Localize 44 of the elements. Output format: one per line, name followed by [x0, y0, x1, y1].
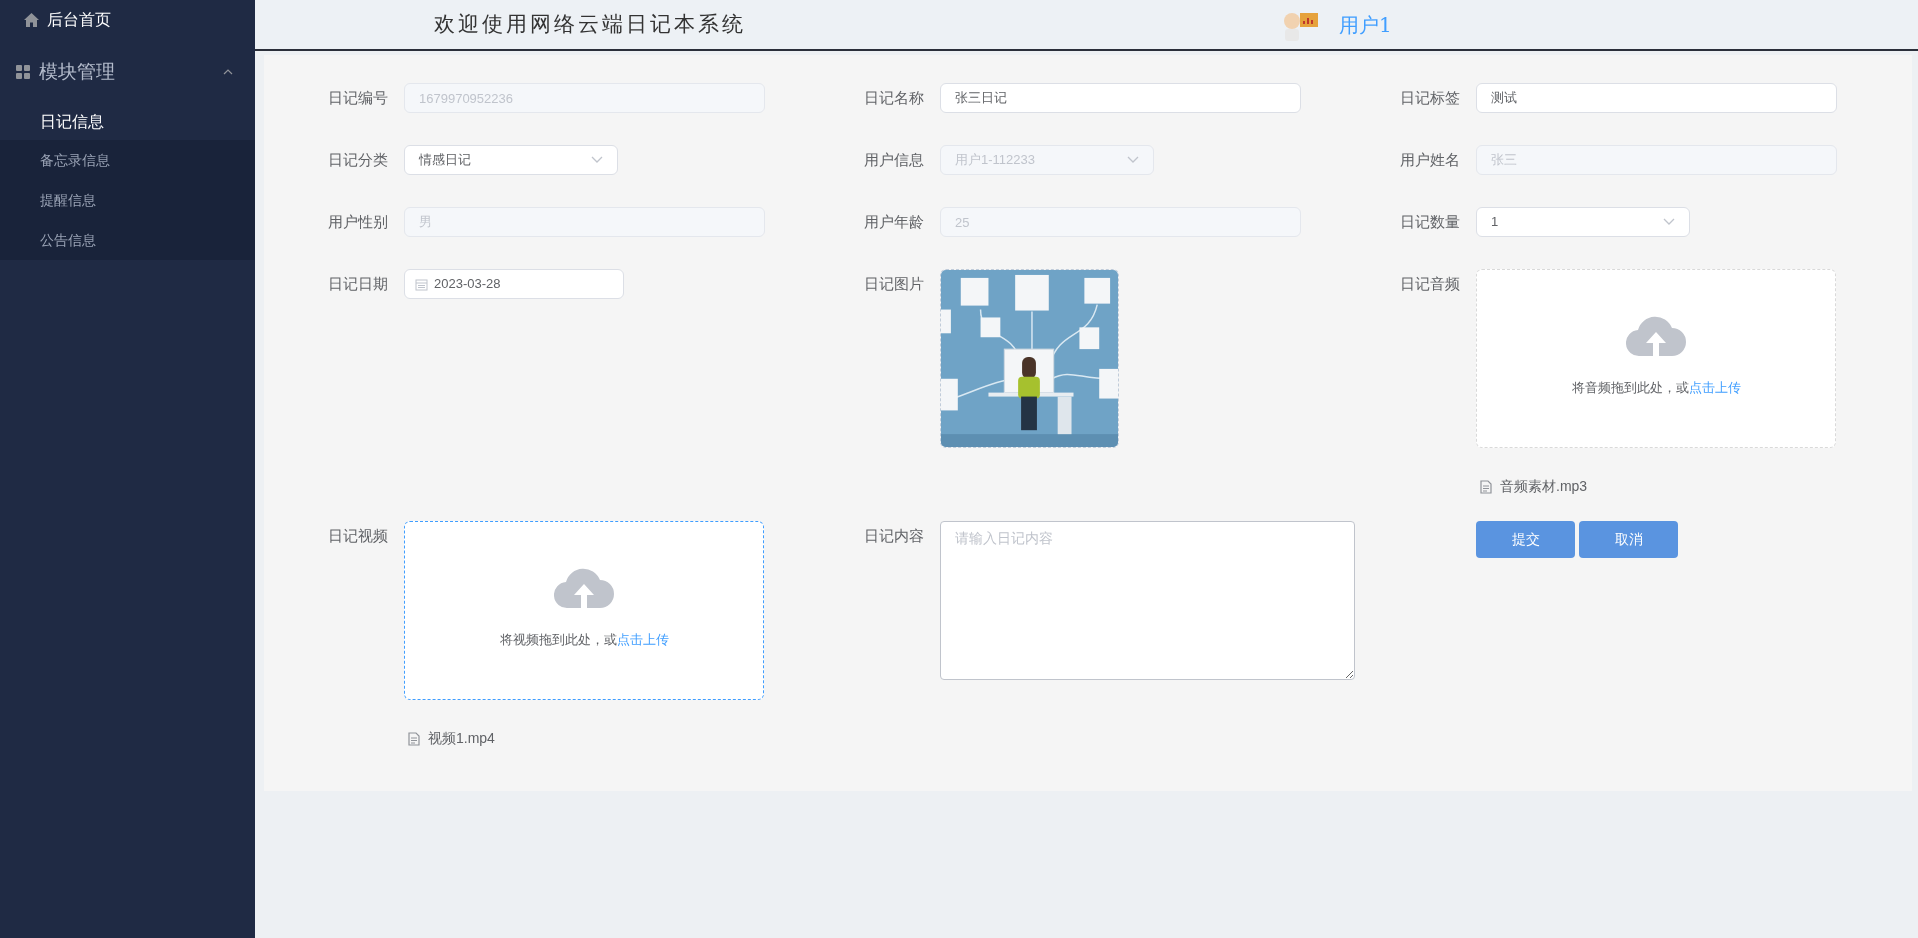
date-field[interactable]: 2023-03-28 [404, 269, 624, 299]
field-label: 日记视频 [328, 525, 388, 546]
select-field[interactable]: 1 [1476, 207, 1690, 237]
upload-dropzone[interactable]: 将视频拖到此处，或点击上传 [404, 521, 764, 700]
field-label: 用户年龄 [864, 211, 924, 232]
content-textarea[interactable]: 请输入日记内容 [940, 521, 1355, 680]
home-menu-item[interactable]: 后台首页 [0, 0, 255, 40]
field-label: 日记音频 [1400, 273, 1460, 294]
field-label: 用户姓名 [1400, 149, 1460, 170]
group-label: 模块管理 [39, 59, 116, 84]
upload-hint: 将视频拖到此处，或点击上传 [499, 631, 669, 649]
document-icon [1480, 479, 1492, 494]
field-label: 日记图片 [864, 273, 924, 294]
sidebar-item[interactable]: 公告信息 [0, 220, 255, 260]
text-field[interactable]: 张三日记 [940, 83, 1301, 113]
field-label: 日记分类 [328, 149, 388, 170]
field-label: 日记内容 [864, 525, 924, 546]
sidebar-item[interactable]: 提醒信息 [0, 180, 255, 220]
field-label: 用户性别 [328, 211, 388, 232]
select-field[interactable]: 情感日记 [404, 145, 618, 175]
chevron-down-icon [1663, 218, 1675, 226]
field-label: 用户信息 [864, 149, 924, 170]
upload-dropzone[interactable]: 将音频拖到此处，或点击上传 [1476, 269, 1836, 448]
field-label: 日记编号 [328, 87, 388, 108]
sidebar-item[interactable]: 备忘录信息 [0, 140, 255, 180]
submit-button[interactable]: 提交 [1476, 521, 1575, 558]
calendar-icon [415, 277, 428, 291]
upload-hint: 将音频拖到此处，或点击上传 [1571, 379, 1741, 397]
menu-group-header[interactable]: 模块管理 [0, 40, 255, 104]
chevron-up-icon [223, 69, 233, 75]
home-icon [24, 13, 39, 27]
field-label: 日记数量 [1400, 211, 1460, 232]
system-title: 欢迎使用网络云端日记本系统 [434, 10, 746, 38]
chevron-down-icon [1127, 156, 1139, 164]
field-label: 日记名称 [864, 87, 924, 108]
cancel-button[interactable]: 取消 [1579, 521, 1678, 558]
text-field[interactable]: 测试 [1476, 83, 1837, 113]
field-label: 日记日期 [328, 273, 388, 294]
file-name[interactable]: 音频素材.mp3 [1500, 476, 1588, 497]
grid-icon [16, 65, 30, 79]
document-icon [408, 731, 420, 746]
field-label: 日记标签 [1400, 87, 1460, 108]
file-name[interactable]: 视频1.mp4 [428, 728, 495, 749]
chevron-down-icon [591, 156, 603, 164]
